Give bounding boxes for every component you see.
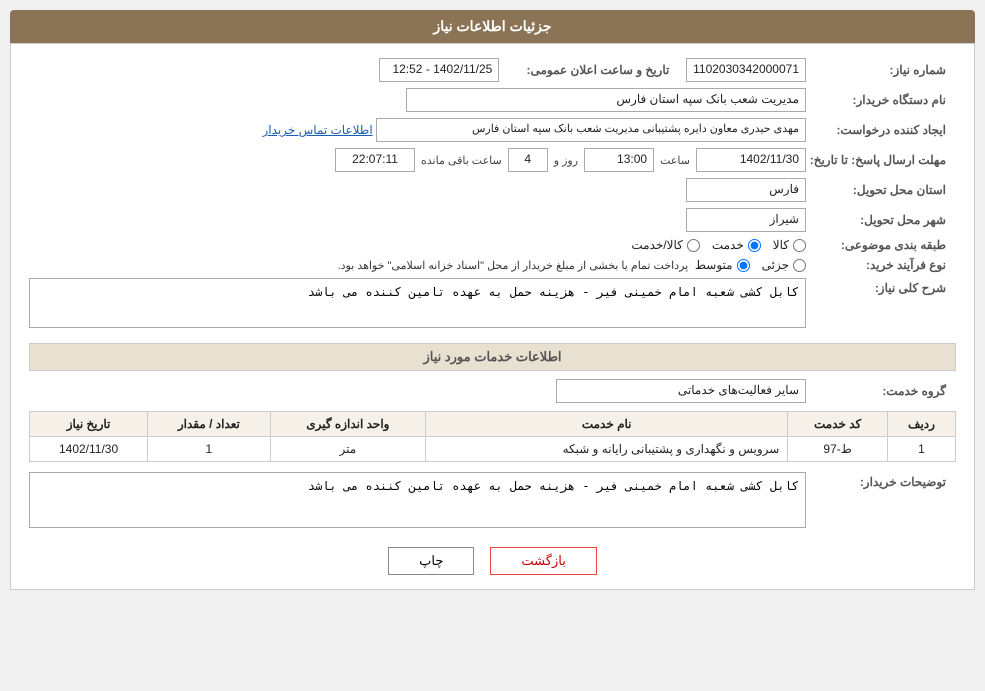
purchase-type-row: نوع فرآیند خرید: جزئی متوسط پرداخت تمام … [29, 258, 956, 272]
page-header: جزئیات اطلاعات نیاز [10, 10, 975, 43]
col-qty: تعداد / مقدار [148, 412, 271, 437]
category-kala-khedmat[interactable]: کالا/خدمت [631, 238, 699, 252]
col-date: تاریخ نیاز [30, 412, 148, 437]
purchase-type-note: پرداخت تمام یا بخشی از مبلغ خریدار از مح… [338, 259, 689, 272]
category-kala-khedmat-radio[interactable] [687, 239, 700, 252]
purchase-type-motavasset-radio[interactable] [737, 259, 750, 272]
purchase-type-jozi[interactable]: جزئی [762, 258, 806, 272]
need-description-row: شرح کلی نیاز: کابل کشی شعبه امام خمینی ف… [29, 278, 956, 331]
category-kala[interactable]: کالا [773, 238, 806, 252]
buyer-description-textarea[interactable]: کابل کشی شعبه امام خمینی فیر - هزینه حمل… [29, 472, 806, 528]
purchase-type-motavasset-label: متوسط [695, 258, 733, 272]
creator-row: ایجاد کننده درخواست: مهدی حیدری معاون دا… [29, 118, 956, 142]
reply-time-value: 13:00 [584, 148, 654, 172]
buttons-row: بازگشت چاپ [29, 547, 956, 575]
col-code: کد خدمت [788, 412, 888, 437]
cell-name: سرویس و نگهداری و پشتیبانی رایانه و شبکه [426, 437, 788, 462]
buyer-name-row: نام دستگاه خریدار: مدیریت شعب بانک سپه ا… [29, 88, 956, 112]
main-card: شماره نیاز: 1102030342000071 تاریخ و ساع… [10, 43, 975, 590]
need-number-value: 1102030342000071 [686, 58, 806, 82]
category-khedmat[interactable]: خدمت [712, 238, 761, 252]
creator-value: مهدی حیدری معاون دایره پشتیبانی مدیریت ش… [376, 118, 806, 142]
contact-link[interactable]: اطلاعات تماس خریدار [262, 123, 372, 137]
page-wrapper: جزئیات اطلاعات نیاز شماره نیاز: 11020303… [0, 0, 985, 691]
buyer-name-value: مدیریت شعب بانک سپه استان فارس [406, 88, 806, 112]
province-row: استان محل تحویل: فارس [29, 178, 956, 202]
category-row: طبقه بندی موضوعی: کالا خدمت کالا/خدمت [29, 238, 956, 252]
reply-days-value: 4 [508, 148, 548, 172]
category-label: طبقه بندی موضوعی: [806, 238, 956, 252]
category-khedmat-label: خدمت [712, 238, 744, 252]
purchase-type-jozi-radio[interactable] [793, 259, 806, 272]
services-section-title: اطلاعات خدمات مورد نیاز [29, 343, 956, 371]
col-unit: واحد اندازه گیری [270, 412, 425, 437]
need-number-label: شماره نیاز: [806, 63, 956, 77]
province-value: فارس [686, 178, 806, 202]
purchase-type-radio-group: جزئی متوسط [695, 258, 806, 272]
category-radio-group: کالا خدمت کالا/خدمت [631, 238, 806, 252]
announcement-value: 1402/11/25 - 12:52 [379, 58, 499, 82]
service-group-value: سایر فعالیت‌های خدماتی [556, 379, 806, 403]
service-group-label: گروه خدمت: [806, 384, 956, 398]
cell-code: ط-97 [788, 437, 888, 462]
category-kala-label: کالا [773, 238, 789, 252]
col-name: نام خدمت [426, 412, 788, 437]
category-kala-khedmat-label: کالا/خدمت [631, 238, 682, 252]
reply-deadline-row: مهلت ارسال پاسخ: تا تاریخ: 1402/11/30 سا… [29, 148, 956, 172]
purchase-type-jozi-label: جزئی [762, 258, 789, 272]
need-number-row: شماره نیاز: 1102030342000071 تاریخ و ساع… [29, 58, 956, 82]
service-table-head: ردیف کد خدمت نام خدمت واحد اندازه گیری ت… [30, 412, 956, 437]
cell-unit: متر [270, 437, 425, 462]
reply-days-label: روز و [554, 154, 578, 167]
need-description-container: کابل کشی شعبه امام خمینی فیر - هزینه حمل… [29, 278, 806, 331]
city-row: شهر محل تحویل: شیراز [29, 208, 956, 232]
service-table-body: 1 ط-97 سرویس و نگهداری و پشتیبانی رایانه… [30, 437, 956, 462]
table-header-row: ردیف کد خدمت نام خدمت واحد اندازه گیری ت… [30, 412, 956, 437]
col-row: ردیف [887, 412, 955, 437]
cell-date: 1402/11/30 [30, 437, 148, 462]
service-table: ردیف کد خدمت نام خدمت واحد اندازه گیری ت… [29, 411, 956, 462]
purchase-type-motavasset[interactable]: متوسط [695, 258, 750, 272]
purchase-type-label: نوع فرآیند خرید: [806, 258, 956, 272]
category-kala-radio[interactable] [793, 239, 806, 252]
buyer-description-container: کابل کشی شعبه امام خمینی فیر - هزینه حمل… [29, 472, 806, 531]
reply-date-value: 1402/11/30 [696, 148, 806, 172]
city-label: شهر محل تحویل: [806, 213, 956, 227]
table-row: 1 ط-97 سرویس و نگهداری و پشتیبانی رایانه… [30, 437, 956, 462]
back-button[interactable]: بازگشت [490, 547, 596, 575]
date-row: 1402/11/30 ساعت 13:00 روز و 4 ساعت باقی … [335, 148, 806, 172]
remaining-value: 22:07:11 [335, 148, 415, 172]
province-label: استان محل تحویل: [806, 183, 956, 197]
buyer-description-row: توضیحات خریدار: کابل کشی شعبه امام خمینی… [29, 472, 956, 531]
service-group-row: گروه خدمت: سایر فعالیت‌های خدماتی [29, 379, 956, 403]
buyer-description-label: توضیحات خریدار: [806, 472, 956, 489]
reply-deadline-label: مهلت ارسال پاسخ: تا تاریخ: [806, 153, 956, 167]
category-khedmat-radio[interactable] [748, 239, 761, 252]
cell-row: 1 [887, 437, 955, 462]
remaining-label: ساعت باقی مانده [421, 154, 502, 167]
cell-qty: 1 [148, 437, 271, 462]
need-description-textarea[interactable]: کابل کشی شعبه امام خمینی فیر - هزینه حمل… [29, 278, 806, 328]
creator-label: ایجاد کننده درخواست: [806, 123, 956, 137]
announcement-label: تاریخ و ساعت اعلان عمومی: [499, 63, 679, 77]
buyer-name-label: نام دستگاه خریدار: [806, 93, 956, 107]
page-title: جزئیات اطلاعات نیاز [433, 18, 551, 34]
city-value: شیراز [686, 208, 806, 232]
print-button[interactable]: چاپ [388, 547, 474, 575]
need-description-label: شرح کلی نیاز: [806, 278, 956, 295]
reply-time-label: ساعت [660, 154, 690, 167]
